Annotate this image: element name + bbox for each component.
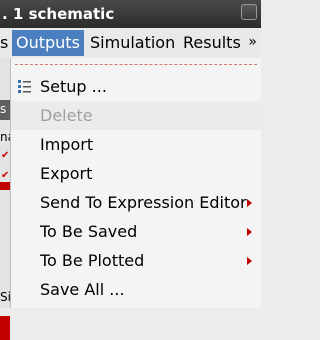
background-window-edge: s na ✔ ✔ Si xyxy=(0,58,15,340)
submenu-arrow-icon xyxy=(247,257,252,265)
menu-item-setup[interactable]: Setup ... xyxy=(11,72,262,101)
menu-item-label: Save All ... xyxy=(40,280,125,299)
panel-red-strip xyxy=(0,316,10,340)
menu-tearoff-line[interactable] xyxy=(15,64,257,65)
menu-item-export[interactable]: Export xyxy=(11,159,262,188)
menu-item-partial[interactable]: s xyxy=(0,33,8,52)
submenu-arrow-icon xyxy=(247,228,252,236)
window-title: . 1 schematic xyxy=(2,5,115,23)
menu-item-results[interactable]: Results xyxy=(183,33,241,52)
panel-header-glyph: s xyxy=(0,102,7,116)
menu-overflow-chevron-icon[interactable]: » xyxy=(248,34,257,50)
checkmark-icon[interactable]: ✔ xyxy=(1,170,9,181)
setup-list-icon xyxy=(18,80,31,93)
menu-item-outputs[interactable]: Outputs xyxy=(12,30,84,56)
menu-item-label: Setup ... xyxy=(40,77,107,96)
menu-item-save-all[interactable]: Save All ... xyxy=(11,275,262,304)
menu-item-simulation[interactable]: Simulation xyxy=(90,33,175,52)
window-close-button[interactable] xyxy=(241,4,257,20)
menu-item-label: Export xyxy=(40,164,93,183)
menu-item-send-to-expression-editor[interactable]: Send To Expression Editor xyxy=(11,188,262,217)
menubar: s Outputs Simulation Results » xyxy=(0,28,261,59)
checkmark-icon[interactable]: ✔ xyxy=(1,150,9,161)
submenu-arrow-icon xyxy=(247,199,252,207)
menu-item-import[interactable]: Import xyxy=(11,130,262,159)
outputs-dropdown-menu: Setup ... Delete Import Export Send To E… xyxy=(10,58,262,308)
menu-item-to-be-saved[interactable]: To Be Saved xyxy=(11,217,262,246)
panel-red-strip xyxy=(0,182,10,190)
window-titlebar: . 1 schematic xyxy=(0,0,261,28)
menu-item-label: Import xyxy=(40,135,94,154)
menu-item-label: To Be Saved xyxy=(40,222,138,241)
menu-item-delete[interactable]: Delete xyxy=(11,101,262,130)
menu-item-label: Send To Expression Editor xyxy=(40,193,247,212)
menu-item-label: To Be Plotted xyxy=(40,251,145,270)
menu-item-label: Delete xyxy=(40,106,93,125)
menu-item-to-be-plotted[interactable]: To Be Plotted xyxy=(11,246,262,275)
